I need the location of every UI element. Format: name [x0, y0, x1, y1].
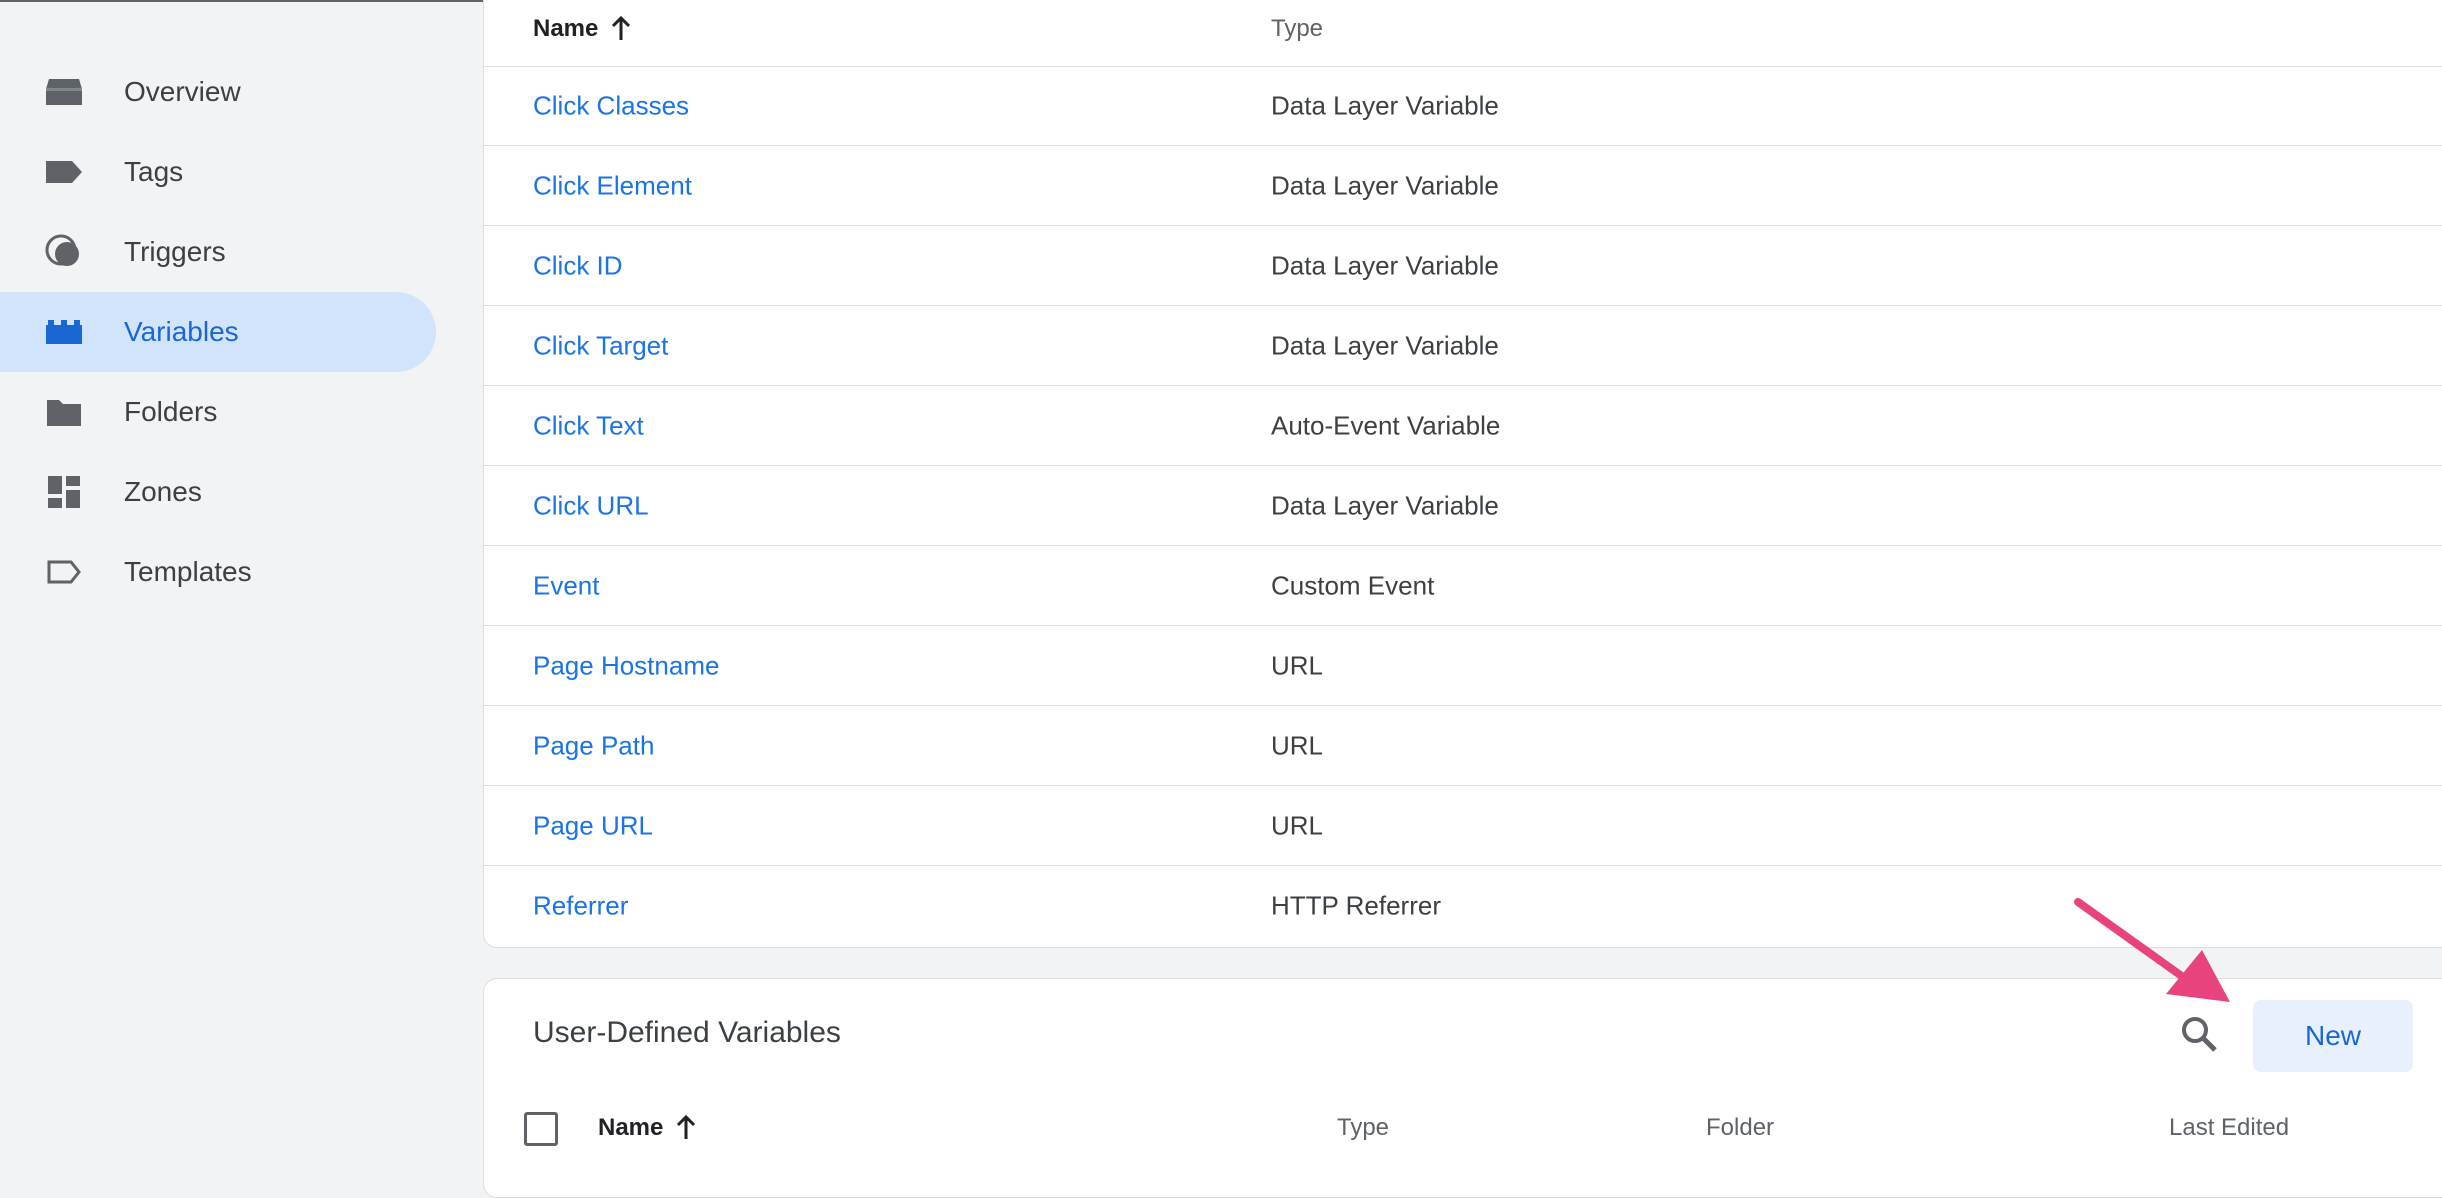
variable-type: HTTP Referrer [1271, 890, 1441, 921]
variable-type: Data Layer Variable [1271, 170, 1499, 200]
variable-type: Data Layer Variable [1271, 250, 1499, 280]
table-row[interactable]: Click Text Auto-Event Variable [484, 386, 2442, 466]
column-header-type[interactable]: Type [1337, 1114, 1389, 1142]
column-header-last-edited[interactable]: Last Edited [2169, 1114, 2289, 1142]
variable-type: Data Layer Variable [1271, 490, 1499, 520]
table-row[interactable]: Page Hostname URL [484, 626, 2442, 706]
table-row[interactable]: Click ID Data Layer Variable [484, 226, 2442, 306]
sidebar-item-label: Templates [124, 556, 252, 587]
builtin-variables-card: Name Type Click Classes Data Layer Variab… [483, 0, 2442, 948]
search-icon [2182, 1017, 2217, 1052]
table-row[interactable]: Event Custom Event [484, 546, 2442, 626]
tag-icon [44, 152, 84, 192]
table-row[interactable]: Click Classes Data Layer Variable [484, 66, 2442, 146]
variable-type: URL [1271, 810, 1324, 840]
sidebar-item-label: Variables [124, 316, 239, 347]
variables-icon [44, 312, 84, 352]
sidebar: Overview Tags Triggers Variables Folders… [0, 0, 483, 1166]
sidebar-item-zones[interactable]: Zones [0, 452, 436, 532]
variable-name-link[interactable]: Click Target [533, 330, 668, 361]
sort-ascending-icon [677, 1115, 696, 1139]
variable-name-link[interactable]: Click Classes [533, 90, 689, 121]
variable-name-link[interactable]: Click Element [533, 170, 692, 201]
zones-icon [44, 472, 84, 512]
variable-name-link[interactable]: Click Text [533, 410, 644, 441]
variable-name-link[interactable]: Page URL [533, 810, 653, 841]
section-title: User-Defined Variables [533, 1016, 841, 1049]
sort-ascending-icon [612, 16, 631, 40]
sidebar-item-tags[interactable]: Tags [0, 132, 436, 212]
table-row[interactable]: Click Element Data Layer Variable [484, 146, 2442, 226]
variable-name-link[interactable]: Click URL [533, 490, 649, 521]
overview-icon [44, 72, 84, 112]
variable-name-link[interactable]: Page Path [533, 730, 654, 761]
variable-name-link[interactable]: Click ID [533, 250, 623, 281]
column-header-type[interactable]: Type [1271, 15, 1323, 43]
builtin-table-header: Name Type [484, 1, 2442, 67]
sidebar-item-folders[interactable]: Folders [0, 372, 436, 452]
sidebar-item-overview[interactable]: Overview [0, 52, 436, 132]
column-header-name[interactable]: Name [533, 15, 632, 43]
table-row[interactable]: Page URL URL [484, 786, 2442, 866]
column-header-folder[interactable]: Folder [1706, 1114, 1774, 1142]
variable-type: Auto-Event Variable [1271, 410, 1501, 440]
folder-icon [44, 392, 84, 432]
table-row[interactable]: Referrer HTTP Referrer [484, 866, 2442, 946]
sidebar-item-variables[interactable]: Variables [0, 292, 436, 372]
sidebar-item-label: Triggers [124, 236, 226, 267]
trigger-icon [44, 232, 84, 272]
variable-type: URL [1271, 650, 1324, 680]
sidebar-item-label: Folders [124, 396, 218, 427]
user-defined-variables-card: User-Defined Variables New Name Type Fol… [483, 978, 2442, 1198]
sidebar-item-label: Overview [124, 76, 241, 107]
variable-type: Data Layer Variable [1271, 330, 1499, 360]
variable-name-link[interactable]: Event [533, 570, 600, 601]
variable-type: Data Layer Variable [1271, 90, 1499, 120]
variable-name-link[interactable]: Page Hostname [533, 650, 719, 681]
variable-type: URL [1271, 730, 1324, 760]
sidebar-item-label: Zones [124, 476, 202, 507]
new-variable-button[interactable]: New [2253, 1000, 2413, 1072]
select-all-checkbox[interactable] [524, 1112, 558, 1146]
column-header-name[interactable]: Name [598, 1114, 697, 1142]
templates-icon [44, 552, 84, 592]
sidebar-item-label: Tags [124, 156, 184, 187]
variable-name-link[interactable]: Referrer [533, 891, 628, 922]
variable-type: Custom Event [1271, 570, 1435, 600]
table-row[interactable]: Page Path URL [484, 706, 2442, 786]
table-row[interactable]: Click URL Data Layer Variable [484, 466, 2442, 546]
sidebar-item-triggers[interactable]: Triggers [0, 212, 436, 292]
sidebar-item-templates[interactable]: Templates [0, 532, 436, 612]
table-row[interactable]: Click Target Data Layer Variable [484, 306, 2442, 386]
search-button[interactable] [2174, 1009, 2224, 1059]
